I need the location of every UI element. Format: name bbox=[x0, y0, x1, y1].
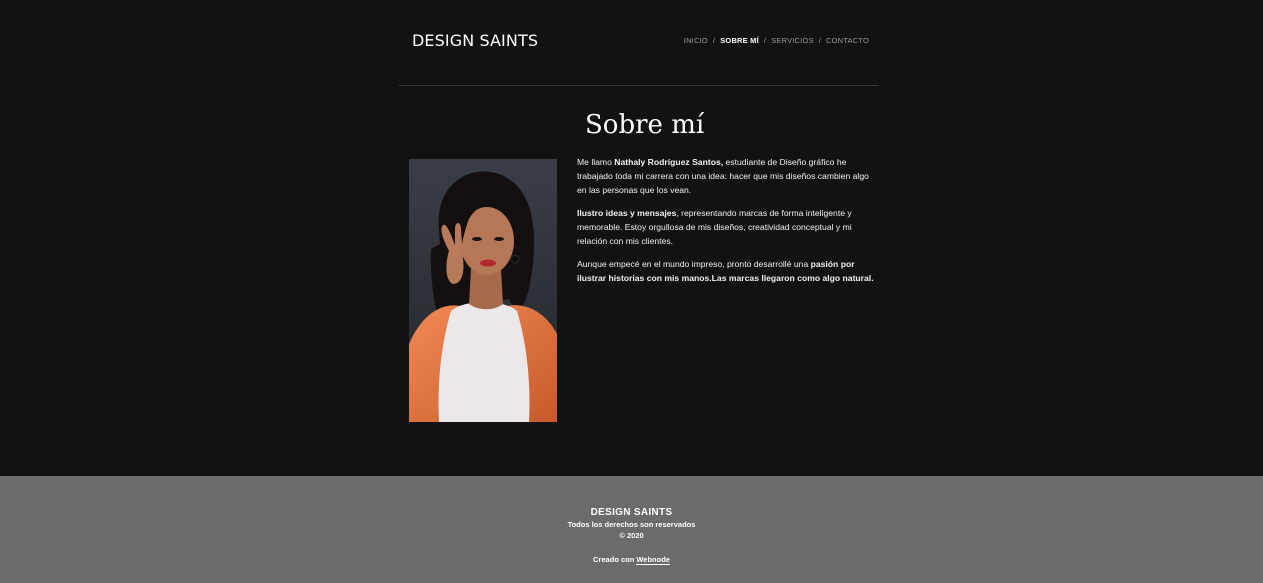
main-nav: INICIO / SOBRE MÍ / SERVICIOS / CONTACTO bbox=[684, 36, 869, 45]
footer-copyright: © 2020 bbox=[619, 531, 644, 540]
about-paragraph: Aunque empecé en el mundo impreso, pront… bbox=[577, 259, 874, 283]
webnode-link[interactable]: Webnode bbox=[636, 555, 670, 565]
site-footer: DESIGN SAINTS Todos los derechos son res… bbox=[0, 476, 1263, 583]
nav-item-servicios[interactable]: SERVICIOS bbox=[771, 36, 814, 45]
nav-item-contacto[interactable]: CONTACTO bbox=[826, 36, 869, 45]
profile-photo bbox=[409, 159, 557, 422]
nav-separator: / bbox=[712, 36, 716, 45]
nav-item-sobre-mi[interactable]: SOBRE MÍ bbox=[720, 36, 759, 45]
page-title: Sobre mí bbox=[585, 110, 705, 140]
about-text: Me llamo Nathaly Rodríguez Santos, estud… bbox=[577, 155, 877, 294]
footer-brand: DESIGN SAINTS bbox=[590, 507, 673, 518]
site-logo[interactable]: DESIGN SAINTS bbox=[412, 31, 538, 50]
footer-rights: Todos los derechos son reservados bbox=[567, 520, 696, 529]
nav-separator: / bbox=[818, 36, 821, 45]
about-paragraph: Ilustro ideas y mensajes, representando … bbox=[577, 208, 852, 246]
nav-item-inicio[interactable]: INICIO bbox=[684, 36, 708, 45]
nav-separator: / bbox=[763, 36, 767, 45]
footer-created-with: Creado con Webnode bbox=[593, 555, 670, 565]
site-header: DESIGN SAINTS INICIO / SOBRE MÍ / SERVIC… bbox=[399, 0, 879, 86]
about-paragraph: Me llamo Nathaly Rodríguez Santos, estud… bbox=[577, 157, 869, 195]
